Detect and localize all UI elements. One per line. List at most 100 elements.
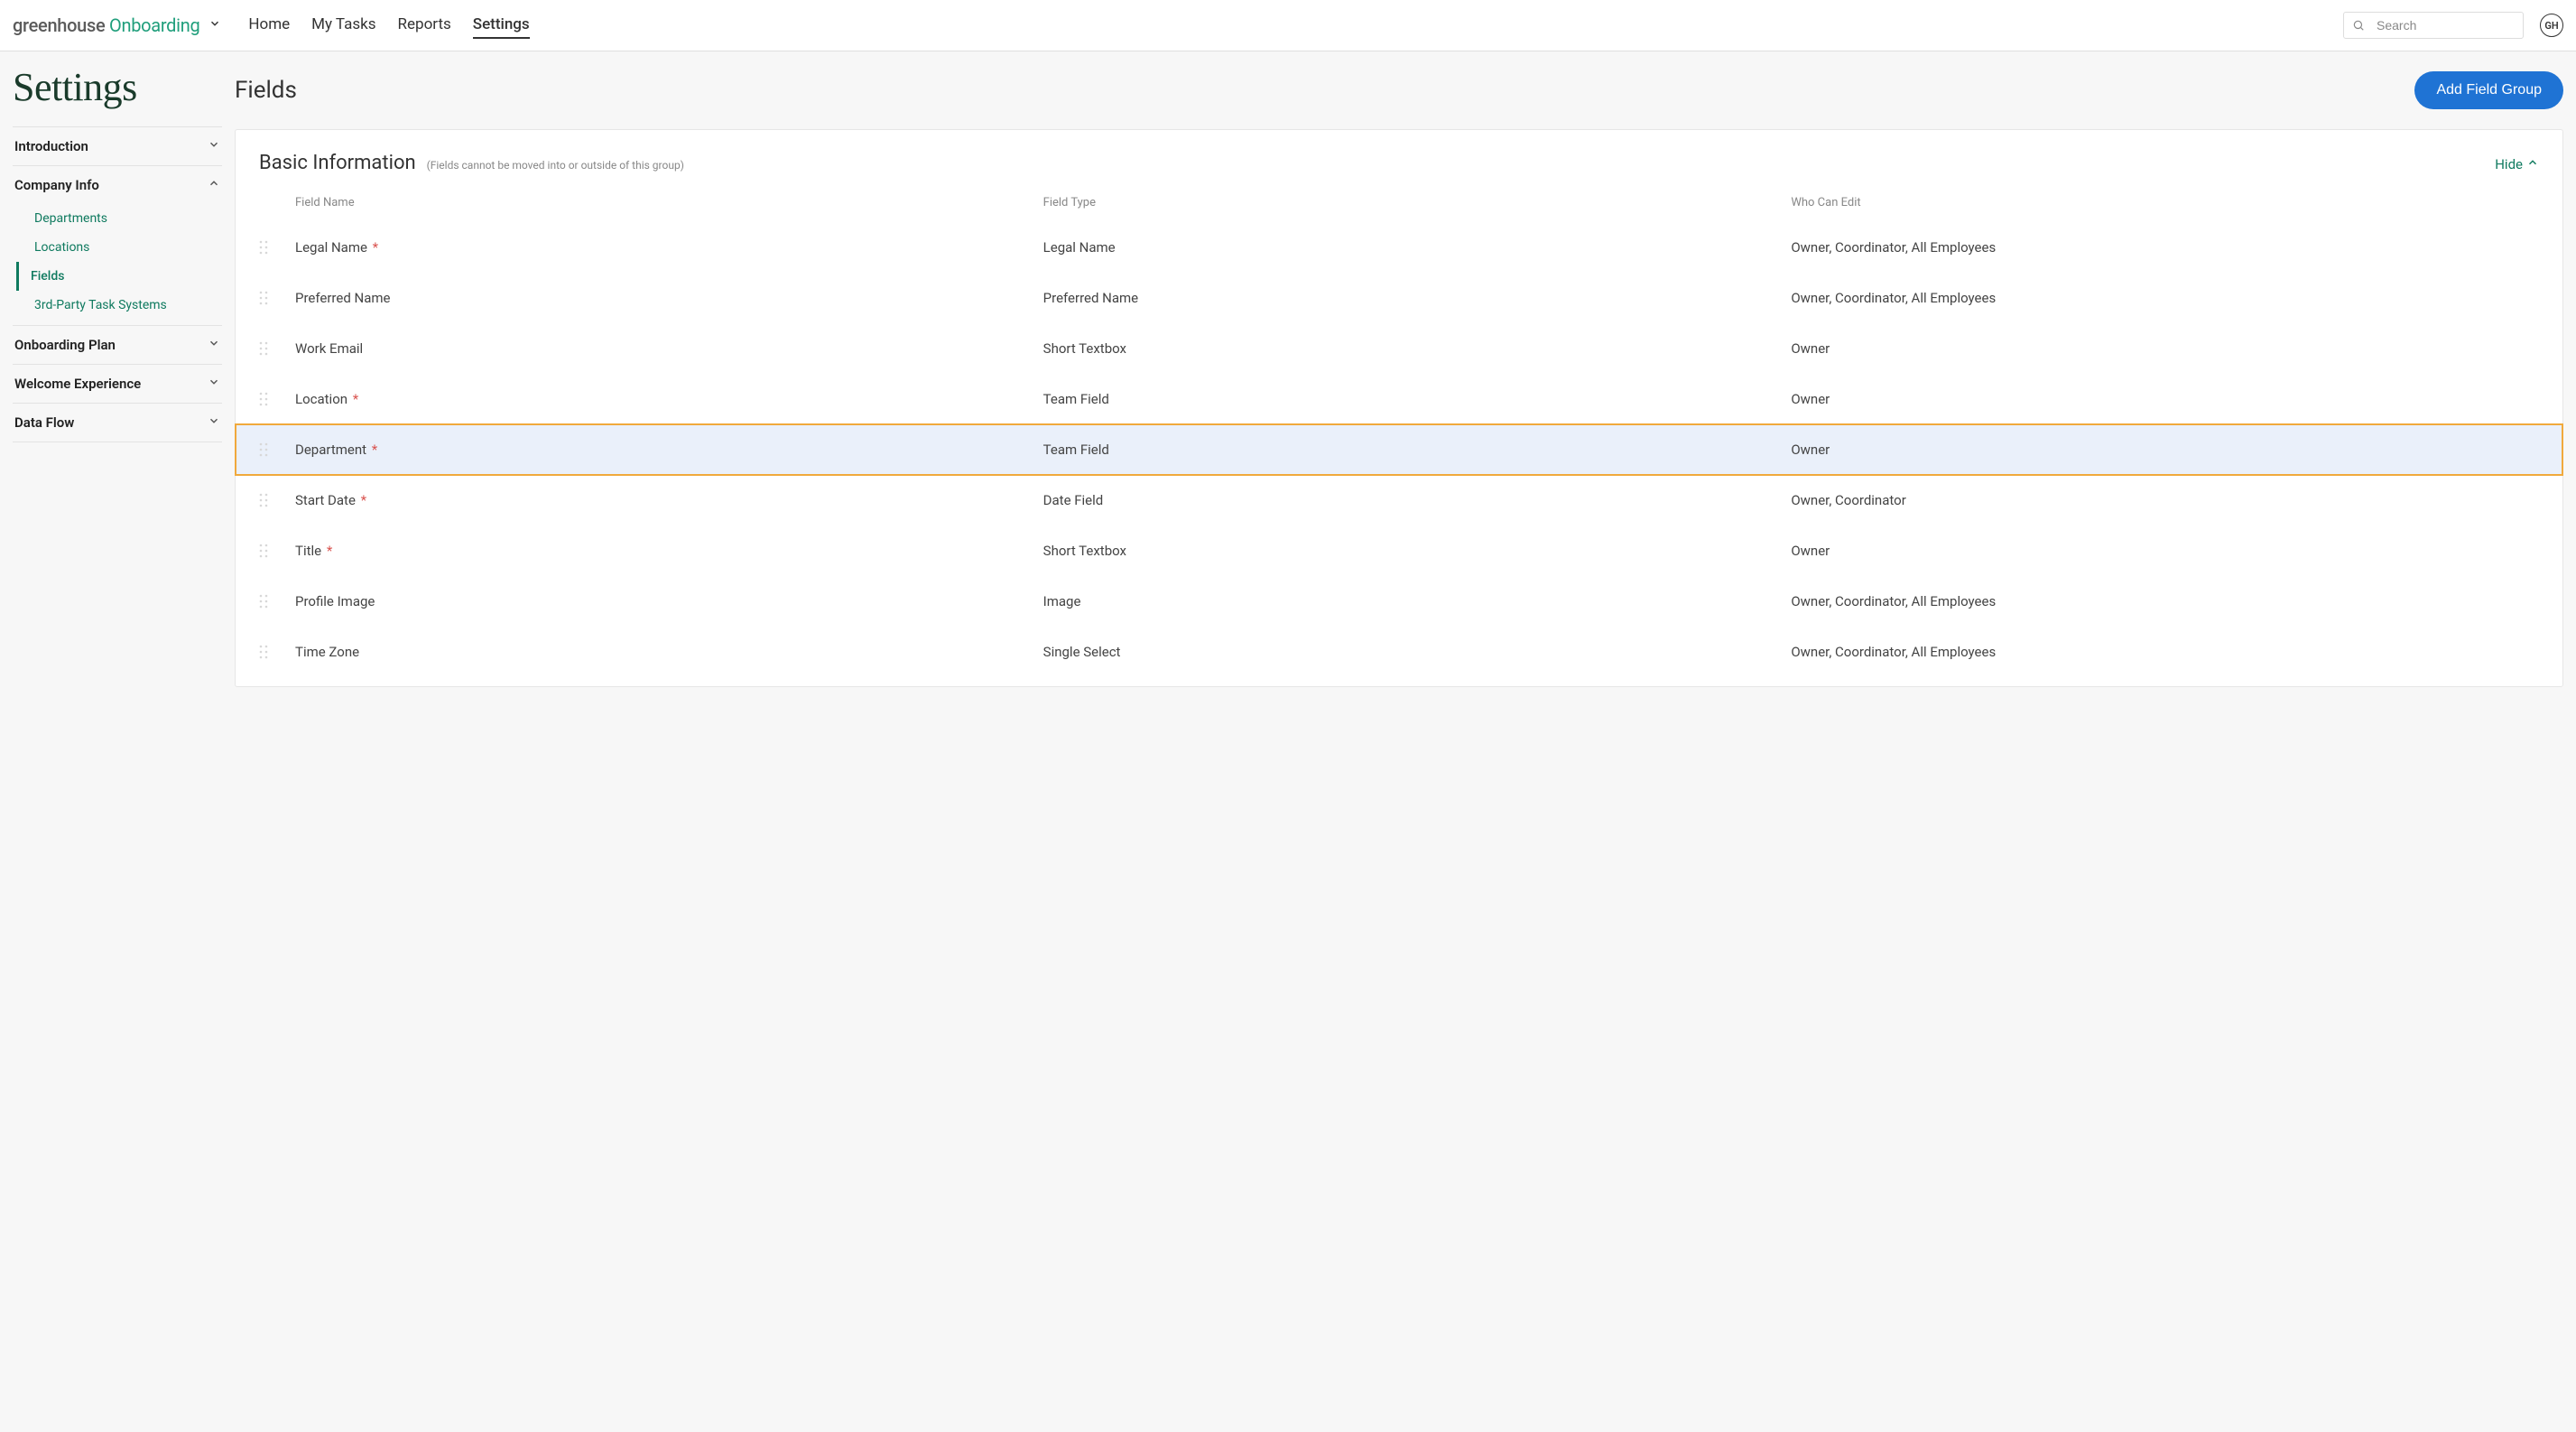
table-row[interactable]: Department *Team FieldOwner xyxy=(236,424,2562,475)
chevron-up-icon xyxy=(2526,156,2539,172)
table-row[interactable]: Preferred NamePreferred NameOwner, Coord… xyxy=(259,273,2539,323)
sidebar-item-fields[interactable]: Fields xyxy=(16,262,222,291)
cell-field-type: Short Textbox xyxy=(1043,340,1792,357)
table-row[interactable]: Start Date *Date FieldOwner, Coordinator xyxy=(259,475,2539,525)
required-indicator: * xyxy=(369,239,378,256)
field-name-text: Title xyxy=(295,543,321,559)
sidebar-subitems: DepartmentsLocationsFields3rd-Party Task… xyxy=(13,204,222,325)
table-row[interactable]: Legal Name *Legal NameOwner, Coordinator… xyxy=(259,222,2539,273)
sidebar-item-locations[interactable]: Locations xyxy=(20,233,222,262)
chevron-down-icon xyxy=(208,337,220,353)
nav-link-my-tasks[interactable]: My Tasks xyxy=(311,12,375,39)
cell-field-type: Short Textbox xyxy=(1043,543,1792,559)
top-nav: greenhouse Onboarding Home My Tasks Report… xyxy=(0,0,2576,51)
table-row[interactable]: Profile Image ImageOwner, Coordinator, Al… xyxy=(259,576,2539,627)
sidebar-section-header[interactable]: Data Flow xyxy=(13,404,222,442)
cell-field-name: Time Zone xyxy=(295,644,1043,660)
search-input[interactable] xyxy=(2343,12,2524,39)
required-indicator: * xyxy=(323,543,332,559)
sidebar-item-departments[interactable]: Departments xyxy=(20,204,222,233)
cell-field-name: Preferred Name xyxy=(295,290,1043,306)
table-row[interactable]: Location *Team FieldOwner xyxy=(259,374,2539,424)
card-title-wrap: Basic Information (Fields cannot be move… xyxy=(259,152,684,174)
drag-handle-icon[interactable] xyxy=(259,594,270,609)
brand[interactable]: greenhouse Onboarding xyxy=(13,14,221,36)
chevron-down-icon xyxy=(208,138,220,154)
sidebar-item-3rd-party-task-systems[interactable]: 3rd-Party Task Systems xyxy=(20,291,222,320)
table-row[interactable]: Time ZoneSingle SelectOwner, Coordinator… xyxy=(259,627,2539,677)
cell-field-type: Legal Name xyxy=(1043,239,1792,256)
add-field-group-button[interactable]: Add Field Group xyxy=(2414,71,2563,109)
drag-handle-icon[interactable] xyxy=(259,544,270,558)
field-name-text: Profile Image xyxy=(295,593,375,609)
sidebar-section-header[interactable]: Onboarding Plan xyxy=(13,326,222,364)
brand-greenhouse: greenhouse xyxy=(13,14,105,36)
table-row[interactable]: Work Email Short TextboxOwner xyxy=(259,323,2539,374)
required-indicator: * xyxy=(349,391,358,407)
required-indicator: * xyxy=(368,442,377,458)
brand-text: greenhouse Onboarding xyxy=(13,14,199,36)
cell-field-type: Image xyxy=(1043,593,1792,609)
drag-handle-icon[interactable] xyxy=(259,392,270,406)
nav-link-reports[interactable]: Reports xyxy=(398,12,451,39)
table-header-row: Field Name Field Type Who Can Edit xyxy=(259,196,2539,222)
main-title: Fields xyxy=(235,77,297,104)
cell-who-can-edit: Owner, Coordinator xyxy=(1791,492,2539,508)
avatar-initials: GH xyxy=(2544,20,2558,32)
hide-toggle[interactable]: Hide xyxy=(2495,156,2539,172)
brand-onboarding: Onboarding xyxy=(109,14,199,36)
field-name-text: Work Email xyxy=(295,340,363,357)
cell-field-type: Preferred Name xyxy=(1043,290,1792,306)
fields-table: Field Name Field Type Who Can Edit Legal… xyxy=(259,196,2539,677)
sidebar-section-company-info: Company Info DepartmentsLocationsFields3r… xyxy=(13,166,222,326)
cell-who-can-edit: Owner, Coordinator, All Employees xyxy=(1791,593,2539,609)
cell-field-name: Title * xyxy=(295,543,1043,559)
cell-who-can-edit: Owner, Coordinator, All Employees xyxy=(1791,644,2539,660)
card-header: Basic Information (Fields cannot be move… xyxy=(259,152,2539,174)
nav-link-settings[interactable]: Settings xyxy=(473,12,530,39)
search-box xyxy=(2343,12,2524,39)
cell-field-name: Profile Image xyxy=(295,593,1043,609)
drag-handle-icon[interactable] xyxy=(259,291,270,305)
cell-field-name: Work Email xyxy=(295,340,1043,357)
table-row[interactable]: Title *Short TextboxOwner xyxy=(259,525,2539,576)
chevron-down-icon xyxy=(208,376,220,392)
field-name-text: Department xyxy=(295,442,366,458)
cell-who-can-edit: Owner, Coordinator, All Employees xyxy=(1791,290,2539,306)
nav-links: Home My Tasks Reports Settings xyxy=(248,12,529,39)
cell-field-type: Team Field xyxy=(1043,391,1792,407)
sidebar-section-introduction: Introduction xyxy=(13,126,222,166)
cell-field-name: Department * xyxy=(295,442,1043,458)
sidebar-section-header[interactable]: Introduction xyxy=(13,127,222,165)
sidebar: Settings IntroductionCompany InfoDepartm… xyxy=(0,51,235,1432)
hide-label: Hide xyxy=(2495,156,2523,172)
drag-handle-icon[interactable] xyxy=(259,645,270,659)
field-group-card: Basic Information (Fields cannot be move… xyxy=(235,129,2563,687)
cell-field-type: Single Select xyxy=(1043,644,1792,660)
sidebar-section-header[interactable]: Company Info xyxy=(13,166,222,204)
main-header: Fields Add Field Group xyxy=(235,71,2563,109)
drag-handle-icon[interactable] xyxy=(259,240,270,255)
chevron-down-icon xyxy=(208,414,220,431)
drag-handle-icon[interactable] xyxy=(259,442,270,457)
drag-handle-icon[interactable] xyxy=(259,341,270,356)
required-indicator: * xyxy=(357,492,366,508)
sidebar-section-label: Data Flow xyxy=(14,414,74,431)
cell-who-can-edit: Owner xyxy=(1791,543,2539,559)
sidebar-section-header[interactable]: Welcome Experience xyxy=(13,365,222,403)
sidebar-section-label: Welcome Experience xyxy=(14,376,141,392)
cell-field-name: Legal Name * xyxy=(295,239,1043,256)
cell-field-name: Location * xyxy=(295,391,1043,407)
nav-link-home[interactable]: Home xyxy=(248,12,290,39)
drag-handle-icon[interactable] xyxy=(259,493,270,507)
sidebar-section-onboarding-plan: Onboarding Plan xyxy=(13,326,222,365)
avatar[interactable]: GH xyxy=(2540,14,2563,37)
cell-field-type: Date Field xyxy=(1043,492,1792,508)
col-field-type: Field Type xyxy=(1043,196,1792,209)
cell-who-can-edit: Owner xyxy=(1791,340,2539,357)
cell-who-can-edit: Owner, Coordinator, All Employees xyxy=(1791,239,2539,256)
chevron-up-icon xyxy=(208,177,220,193)
col-who-can-edit: Who Can Edit xyxy=(1791,196,2539,209)
sidebar-section-label: Company Info xyxy=(14,177,99,193)
chevron-down-icon[interactable] xyxy=(208,17,221,33)
